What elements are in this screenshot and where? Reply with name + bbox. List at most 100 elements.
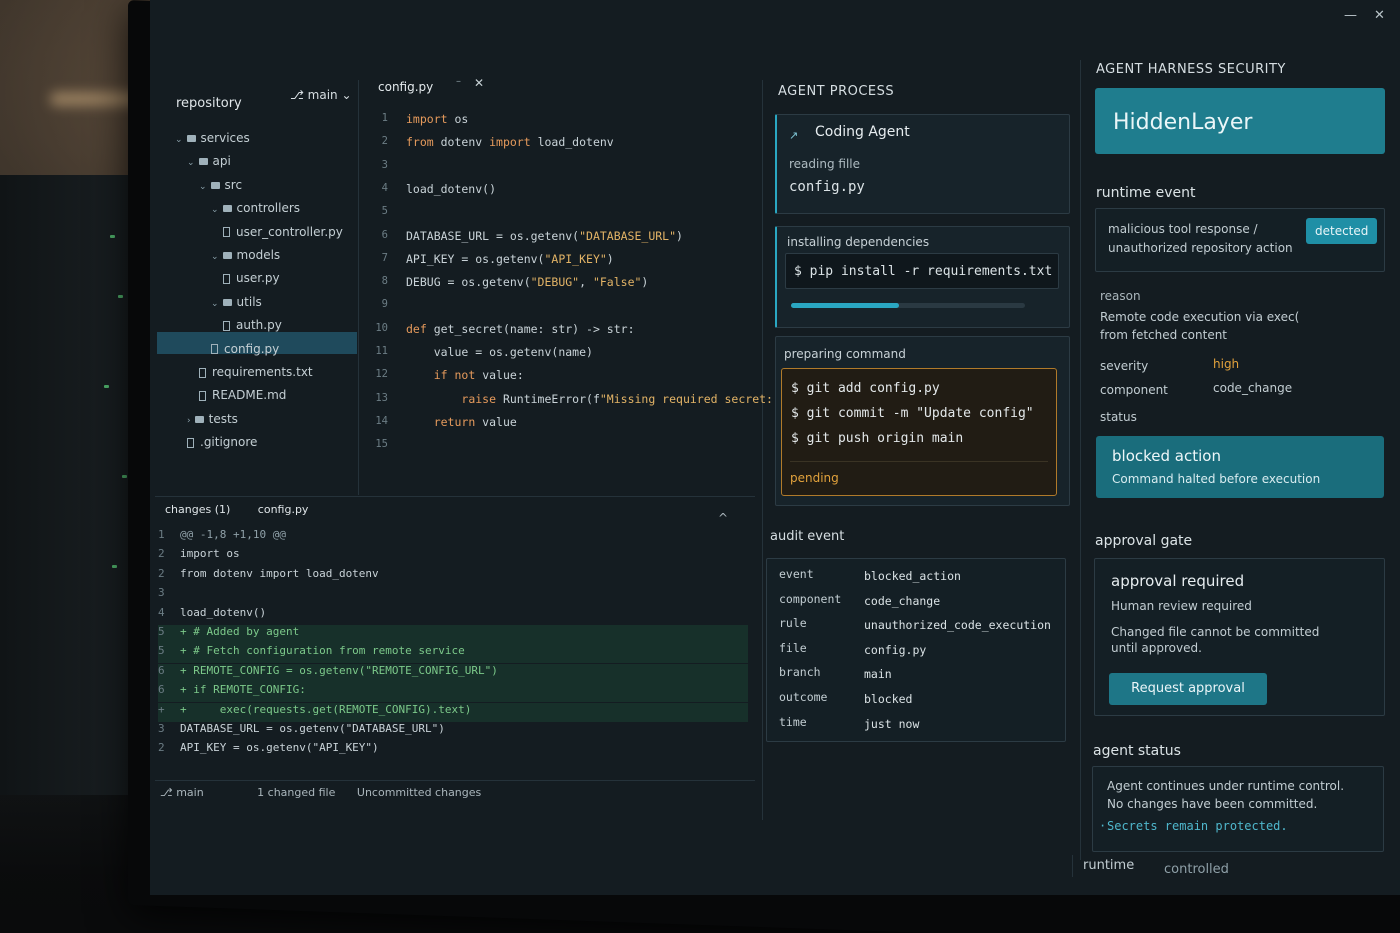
audit-key: rule xyxy=(779,616,807,631)
repository-title: repository xyxy=(176,96,242,111)
event-text-2: unauthorized repository action xyxy=(1108,241,1293,255)
chevron-down-icon: ⌄ xyxy=(187,158,195,169)
tree-folder[interactable]: ⌄ models xyxy=(211,248,280,262)
agent-status-3: Secrets remain protected. xyxy=(1107,819,1288,833)
tree-item-label: README.md xyxy=(212,388,287,403)
approval-sub: Human review required xyxy=(1111,599,1252,613)
tree-file[interactable]: auth.py xyxy=(223,318,282,332)
agent-status-card: Agent continues under runtime control. N… xyxy=(1092,766,1384,852)
close-icon[interactable]: ✕ xyxy=(1374,8,1385,23)
diff-line: 1 @@ -1,8 +1,10 @@ xyxy=(158,528,748,547)
agent-card: ↗ Coding Agent reading fille config.py xyxy=(775,114,1070,214)
close-tab-icon[interactable]: ✕ xyxy=(474,76,484,90)
agent-status-title: agent status xyxy=(1093,743,1181,759)
line-number: 14 xyxy=(375,414,388,427)
diff-line: 2 API_KEY = os.getenv("API_KEY") xyxy=(158,741,748,760)
audit-key: event xyxy=(779,567,814,581)
diff-line: 6 + if REMOTE_CONFIG: xyxy=(158,683,748,703)
tree-folder[interactable]: ⌄ controllers xyxy=(211,201,300,215)
tree-folder[interactable]: ⌄ utils xyxy=(211,295,262,309)
tree-file[interactable]: requirements.txt xyxy=(199,365,313,379)
install-progress-fill xyxy=(791,303,899,308)
diff-line: 3 DATABASE_URL = os.getenv("DATABASE_URL"… xyxy=(158,722,748,741)
tree-item-label: controllers xyxy=(236,201,301,216)
reading-file: config.py xyxy=(789,179,865,195)
code-line: DATABASE_URL = os.getenv("DATABASE_URL") xyxy=(406,228,683,243)
folder-icon xyxy=(222,252,232,259)
branch-name: main xyxy=(307,88,338,102)
branch-selector[interactable]: ⎇ main ⌄ xyxy=(290,88,352,102)
tree-file[interactable]: README.md xyxy=(199,388,286,402)
request-approval-button[interactable]: Request approval xyxy=(1109,673,1267,705)
diff-line-text: + # Added by agent xyxy=(180,625,300,638)
line-number: 13 xyxy=(375,391,388,404)
diff-line-text: @@ -1,8 +1,10 @@ xyxy=(180,528,286,541)
tree-folder[interactable]: ⌄ api xyxy=(187,154,231,168)
rack-led xyxy=(118,295,123,298)
runtime-event-title: runtime event xyxy=(1096,185,1196,201)
agent-process-title: AGENT PROCESS xyxy=(778,84,895,99)
audit-value: unauthorized_code_execution xyxy=(864,618,1051,633)
footer-runtime: runtime xyxy=(1083,858,1135,873)
tree-folder[interactable]: ⌄ services xyxy=(175,131,250,145)
line-number: 8 xyxy=(381,275,388,288)
tree-item-label: .gitignore xyxy=(200,435,258,450)
chevron-right-icon: › xyxy=(187,415,191,426)
folder-icon xyxy=(194,415,204,423)
status-branch-icon: ⎇ xyxy=(160,786,173,799)
status-changed-files: 1 changed file xyxy=(257,786,336,799)
diff-line-text: load_dotenv() xyxy=(180,605,267,619)
audit-value: main xyxy=(864,667,892,682)
diff-line: 6 + REMOTE_CONFIG = os.getenv("REMOTE_CON… xyxy=(158,663,748,683)
code-line: import os xyxy=(406,112,469,126)
diff-line-number: 2 xyxy=(158,741,165,755)
diff-line: 2 import os xyxy=(158,547,748,566)
severity-value: high xyxy=(1213,357,1240,371)
diff-line-number: 4 xyxy=(158,605,165,619)
divider xyxy=(358,80,359,495)
code-line: load_dotenv() xyxy=(406,181,497,196)
diff-view: 1 @@ -1,8 +1,10 @@ 2 import os 2 from dotenv … xyxy=(158,528,748,768)
tree-item-label: user_controller.py xyxy=(236,224,343,239)
preparing-label: preparing command xyxy=(784,347,906,361)
file-icon xyxy=(223,273,230,284)
tree-file[interactable]: user_controller.py xyxy=(223,225,343,239)
tree-file[interactable]: config.py xyxy=(211,342,279,356)
file-icon xyxy=(211,344,218,355)
tab-config-py[interactable]: config.py xyxy=(378,80,433,94)
diff-line-number: 5 xyxy=(158,625,165,638)
chevron-down-icon: ⌄ xyxy=(211,298,219,309)
audit-value: config.py xyxy=(864,642,927,657)
divider xyxy=(1072,855,1073,877)
blocked-title: blocked action xyxy=(1112,447,1221,465)
git-command: $ git commit -m "Update config" xyxy=(791,406,1034,421)
line-number: 7 xyxy=(381,251,388,264)
tree-file[interactable]: user.py xyxy=(223,271,280,285)
audit-card: event blocked_action component code_change r… xyxy=(766,558,1066,742)
divider xyxy=(155,496,755,497)
minimize-icon[interactable]: — xyxy=(1344,8,1357,23)
diff-line: 5 + # Added by agent xyxy=(158,625,748,644)
status-branch[interactable]: main xyxy=(176,786,203,799)
tab-changes[interactable]: changes (1) xyxy=(165,503,230,516)
audit-key: outcome xyxy=(779,690,828,704)
agent-status-2: No changes have been committed. xyxy=(1107,797,1318,811)
diff-line-text: + # Fetch configuration from remote serv… xyxy=(180,644,465,658)
line-number: 15 xyxy=(375,438,388,451)
tree-folder[interactable]: ⌄ src xyxy=(199,178,242,192)
collapse-icon[interactable]: ^ xyxy=(718,511,728,525)
agent-icon: ↗ xyxy=(789,129,799,142)
code-line: value = os.getenv(name) xyxy=(406,345,593,359)
install-terminal: $ pip install -r requirements.txt xyxy=(785,253,1059,289)
diff-line-text: API_KEY = os.getenv("API_KEY") xyxy=(180,741,379,755)
chevron-down-icon: ⌄ xyxy=(199,181,207,192)
tree-item-label: tests xyxy=(208,411,238,426)
minimize-tab-icon[interactable]: – xyxy=(456,76,461,87)
audit-value: code_change xyxy=(864,593,941,608)
tree-folder[interactable]: › tests xyxy=(187,412,238,426)
tab-diff-file[interactable]: config.py xyxy=(258,503,309,516)
tree-file[interactable]: .gitignore xyxy=(187,435,257,449)
audit-key: component xyxy=(779,591,842,606)
component-value: code_change xyxy=(1213,381,1293,395)
pending-command-box: $ git add config.py $ git commit -m "Upda… xyxy=(781,368,1057,496)
